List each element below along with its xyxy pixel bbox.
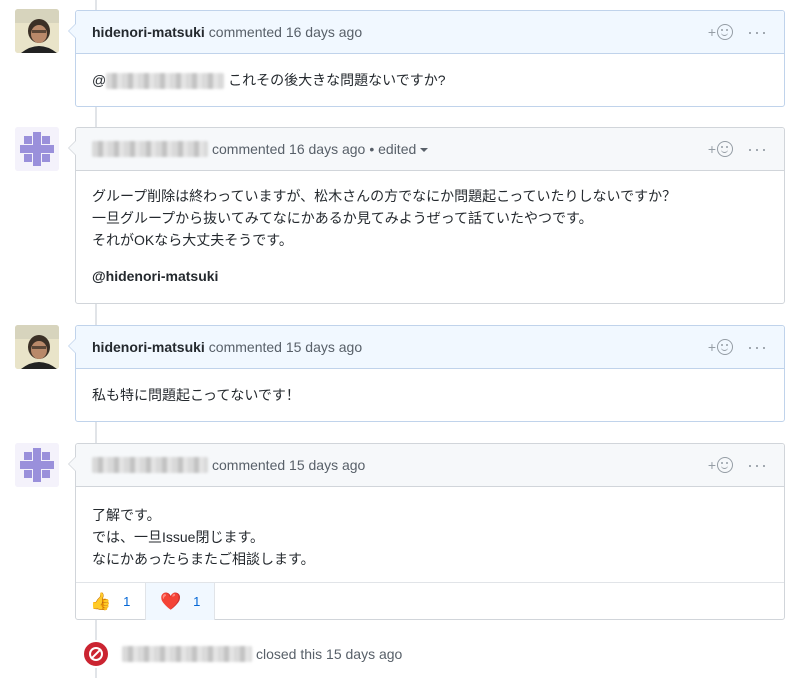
user-photo-icon <box>15 325 59 369</box>
comment: commented 16 days ago • edited + ··· グルー… <box>75 127 785 304</box>
comment: commented 15 days ago + ··· 了解です。 では、一旦I… <box>75 443 785 620</box>
more-options-button[interactable]: ··· <box>747 140 768 158</box>
comment-header: commented 15 days ago + ··· <box>76 444 784 487</box>
comment-body: 私も特に問題起こってないです！ <box>76 369 784 422</box>
user-mention[interactable]: @hidenori-matsuki <box>92 265 768 287</box>
comment-text: 一旦グループから抜いてみてなにかあるか見てみようぜって話ていたやつです。 <box>92 210 593 226</box>
user-photo-icon <box>15 9 59 53</box>
comment-text: グループ削除は終わっていますが、松木さんの方でなにか問題起こっていたりしないです… <box>92 188 677 204</box>
avatar[interactable] <box>15 443 59 487</box>
more-options-button[interactable]: ··· <box>747 338 768 356</box>
thumbs-up-reaction[interactable]: 👍 1 <box>76 583 146 620</box>
add-reaction-button[interactable]: + <box>708 339 734 355</box>
closed-icon <box>82 640 110 668</box>
comment-text: それがOKなら大丈夫そうです。 <box>92 232 293 248</box>
comment-header: hidenori-matsuki commented 15 days ago +… <box>76 326 784 369</box>
comment: hidenori-matsuki commented 16 days ago +… <box>75 10 785 107</box>
heart-reaction[interactable]: ❤️ 1 <box>146 583 215 620</box>
reaction-count: 1 <box>193 594 201 609</box>
edited-dropdown[interactable]: • edited <box>369 141 429 157</box>
identicon-icon <box>15 127 59 171</box>
thumbs-up-icon: 👍 <box>90 591 112 611</box>
comment-text: これその後大きな問題ないですか? <box>228 72 446 88</box>
comment-text: 了解です。 <box>92 507 161 523</box>
comment-text: 私も特に問題起こってないです！ <box>92 387 300 403</box>
add-reaction-button[interactable]: + <box>708 457 734 473</box>
closed-event-text[interactable]: closed this 15 days ago <box>256 646 402 662</box>
caret-down-icon <box>420 148 429 153</box>
smiley-icon <box>717 339 734 355</box>
comment-author[interactable]: hidenori-matsuki <box>92 339 205 355</box>
comment-author[interactable]: hidenori-matsuki <box>92 24 205 40</box>
more-options-button[interactable]: ··· <box>747 23 768 41</box>
heart-icon: ❤️ <box>160 591 182 611</box>
smiley-icon <box>717 24 734 40</box>
more-options-button[interactable]: ··· <box>747 456 768 474</box>
redacted-username <box>106 73 225 90</box>
comment-text: では、一旦Issue閉じます。 <box>92 529 265 545</box>
comment-header: commented 16 days ago • edited + ··· <box>76 128 784 171</box>
add-reaction-button[interactable]: + <box>708 24 734 40</box>
reactions-bar: 👍 1 ❤️ 1 <box>76 582 784 620</box>
comment-text: なにかあったらまたご相談します。 <box>92 551 315 567</box>
closed-event: closed this 15 days ago <box>82 640 402 668</box>
smiley-icon <box>717 141 734 157</box>
comment-timestamp[interactable]: commented 16 days ago <box>212 141 365 157</box>
mention-prefix[interactable]: @ <box>92 72 106 88</box>
smiley-icon <box>717 457 734 473</box>
avatar[interactable] <box>15 127 59 171</box>
add-reaction-button[interactable]: + <box>708 141 734 157</box>
redacted-username[interactable] <box>122 646 252 662</box>
identicon-icon <box>15 443 59 487</box>
reaction-count: 1 <box>123 594 131 609</box>
comment-body: グループ削除は終わっていますが、松木さんの方でなにか問題起こっていたりしないです… <box>76 171 784 303</box>
comment-body: @ これその後大きな問題ないですか? <box>76 54 784 107</box>
comment-timestamp[interactable]: commented 15 days ago <box>209 339 362 355</box>
comment-timestamp[interactable]: commented 15 days ago <box>212 457 365 473</box>
redacted-username[interactable] <box>92 457 208 473</box>
avatar[interactable] <box>15 9 59 53</box>
redacted-username[interactable] <box>92 141 208 157</box>
comment-body: 了解です。 では、一旦Issue閉じます。 なにかあったらまたご相談します。 <box>76 487 784 582</box>
comment-header: hidenori-matsuki commented 16 days ago +… <box>76 11 784 54</box>
comment-timestamp[interactable]: commented 16 days ago <box>209 24 362 40</box>
comment: hidenori-matsuki commented 15 days ago +… <box>75 325 785 422</box>
avatar[interactable] <box>15 325 59 369</box>
